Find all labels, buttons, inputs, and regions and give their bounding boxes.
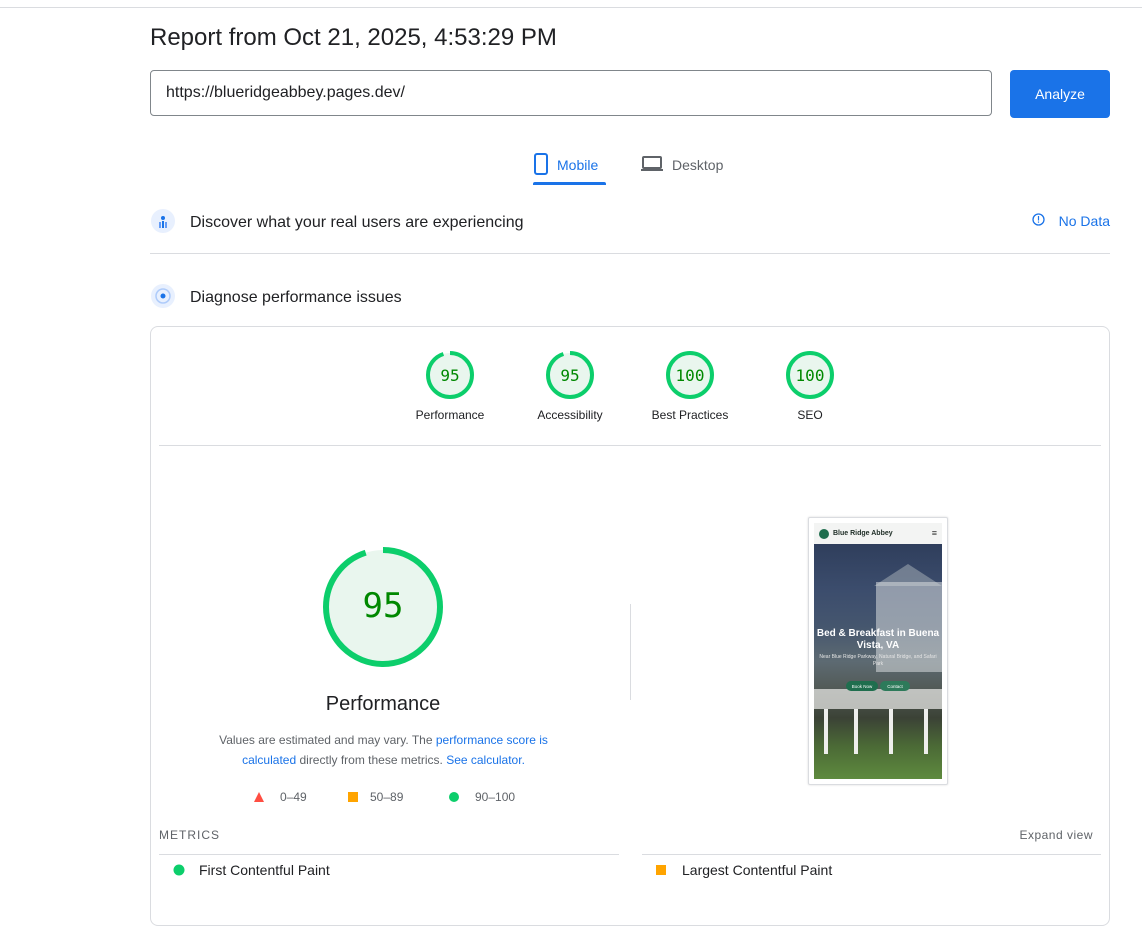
gauge-score: 95 xyxy=(560,366,579,385)
legend-fail: 0–49 xyxy=(253,790,307,804)
legend-label: 50–89 xyxy=(370,790,404,804)
site-logo-icon xyxy=(819,528,829,539)
performance-description: Values are estimated and may vary. The p… xyxy=(191,730,576,770)
top-divider xyxy=(0,7,1142,8)
circle-icon xyxy=(449,792,459,802)
score-gauge-performance[interactable]: 95 Performance xyxy=(400,350,500,422)
porch-column xyxy=(824,709,828,754)
analyze-button[interactable]: Analyze xyxy=(1010,70,1110,118)
lighthouse-report-card: 95 Performance 95 Accessibility 100 Best… xyxy=(150,326,1110,926)
screenshot-book-button: Book Now xyxy=(846,681,878,691)
porch-shape xyxy=(814,689,942,709)
screenshot-subtext: Near Blue Ridge Parkway, Natural Bridge,… xyxy=(819,654,937,667)
no-data-indicator[interactable]: No Data xyxy=(1031,213,1110,229)
final-screenshot[interactable]: Blue Ridge Abbey ≡ Bed & Breakfast in Bu… xyxy=(808,517,948,785)
performance-title: Performance xyxy=(325,693,441,715)
gauge-ring: 100 xyxy=(666,351,714,399)
tab-mobile[interactable]: Mobile xyxy=(533,146,608,185)
gauge-label: Best Practices xyxy=(651,408,729,422)
performance-big-score: 95 xyxy=(363,586,404,626)
report-title: Report from Oct 21, 2025, 4:53:29 PM xyxy=(150,24,557,51)
crux-title: Discover what your real users are experi… xyxy=(190,214,524,231)
diagnose-title: Diagnose performance issues xyxy=(190,289,402,306)
gauge-score: 100 xyxy=(796,366,825,385)
radar-icon xyxy=(150,283,176,314)
hamburger-menu-icon: ≡ xyxy=(931,528,937,538)
gauge-ring: 95 xyxy=(426,351,474,399)
metric-label: Largest Contentful Paint xyxy=(682,862,833,878)
expand-view-toggle[interactable]: Expand view xyxy=(1019,828,1093,842)
gauges-divider xyxy=(159,445,1101,446)
desc-text: Values are estimated and may vary. The xyxy=(219,733,436,747)
score-gauge-best-practices[interactable]: 100 Best Practices xyxy=(640,350,740,422)
tab-desktop-label: Desktop xyxy=(672,157,724,173)
site-brand: Blue Ridge Abbey xyxy=(833,530,893,537)
info-icon xyxy=(1031,213,1045,229)
porch-column xyxy=(889,709,893,754)
diagnose-section-header: Diagnose performance issues xyxy=(150,283,1110,313)
gauge-label: Performance xyxy=(415,408,485,422)
score-gauge-accessibility[interactable]: 95 Accessibility xyxy=(520,350,620,422)
laptop-icon xyxy=(640,155,672,176)
url-input[interactable]: https://blueridgeabbey.pages.dev/ xyxy=(150,70,992,116)
gauge-ring: 95 xyxy=(546,351,594,399)
screenshot-hero-image: Bed & Breakfast in Buena Vista, VA Near … xyxy=(814,544,942,779)
mobile-icon xyxy=(533,152,557,178)
gauge-label: Accessibility xyxy=(537,408,603,422)
score-gauge-seo[interactable]: 100 SEO xyxy=(760,350,860,422)
gauge-label: SEO xyxy=(797,408,823,422)
metric-largest-contentful-paint: Largest Contentful Paint xyxy=(642,854,1101,885)
metric-label: First Contentful Paint xyxy=(199,862,330,878)
section-divider xyxy=(150,253,1110,254)
screenshot-headline: Bed & Breakfast in Buena Vista, VA xyxy=(816,628,940,651)
legend-label: 90–100 xyxy=(475,790,516,804)
legend-pass: 90–100 xyxy=(448,790,515,804)
legend-average: 50–89 xyxy=(347,790,403,804)
square-icon xyxy=(348,792,358,802)
pass-circle-icon xyxy=(173,864,185,876)
screenshot-contact-button: Contact xyxy=(880,681,910,691)
gauge-score: 95 xyxy=(440,366,459,385)
tab-mobile-label: Mobile xyxy=(557,157,599,173)
legend-label: 0–49 xyxy=(280,790,307,804)
tab-desktop[interactable]: Desktop xyxy=(640,146,740,184)
metrics-heading: METRICS xyxy=(159,828,220,842)
triangle-icon xyxy=(254,792,264,802)
average-square-icon xyxy=(656,865,666,875)
performance-big-gauge: 95 xyxy=(323,547,443,667)
screenshot-viewport: Blue Ridge Abbey ≡ Bed & Breakfast in Bu… xyxy=(814,523,942,779)
no-data-label: No Data xyxy=(1058,213,1110,229)
desc-text: directly from these metrics. xyxy=(296,753,447,767)
porch-column xyxy=(854,709,858,754)
metric-first-contentful-paint: First Contentful Paint xyxy=(159,854,619,885)
tab-active-indicator xyxy=(533,182,606,185)
see-calculator-link[interactable]: See calculator. xyxy=(446,753,525,767)
gauge-ring: 100 xyxy=(786,351,834,399)
screenshot-site-header: Blue Ridge Abbey ≡ xyxy=(814,523,942,544)
crux-section-header: Discover what your real users are experi… xyxy=(150,208,1110,238)
users-icon xyxy=(150,208,176,239)
gauge-score: 100 xyxy=(676,366,705,385)
porch-column xyxy=(924,709,928,754)
vertical-divider xyxy=(630,604,631,700)
